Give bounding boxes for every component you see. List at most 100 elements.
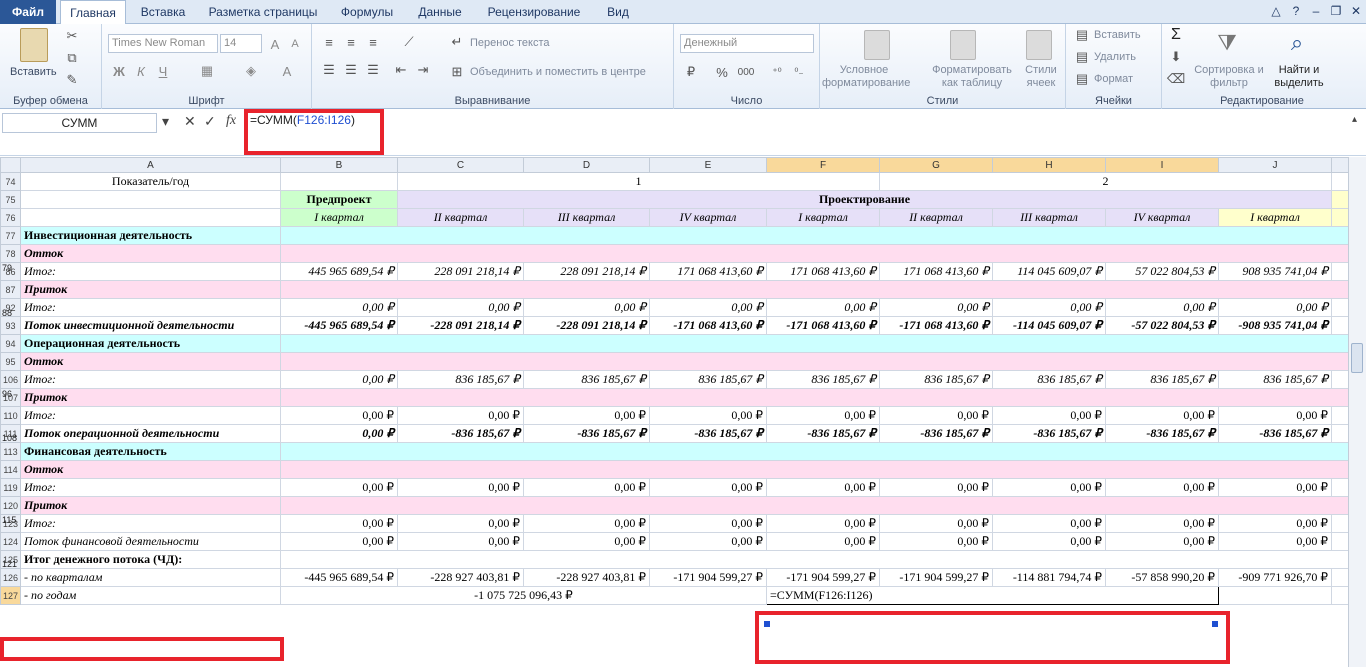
cell[interactable] <box>280 460 1350 479</box>
decrease-decimal-icon[interactable]: ⁰₋ <box>790 64 808 80</box>
sort-filter-button[interactable]: Сортировка и фильтр <box>1194 64 1264 90</box>
tab-view[interactable]: Вид <box>596 0 640 24</box>
cell[interactable] <box>280 388 1350 407</box>
value-cell[interactable]: -171 068 413,60 ₽ <box>649 316 767 335</box>
value-cell[interactable]: 0,00 ₽ <box>766 478 880 497</box>
value-cell[interactable]: 0,00 ₽ <box>879 532 993 551</box>
value-cell[interactable]: 0,00 ₽ <box>523 406 650 425</box>
cell[interactable] <box>1331 316 1350 335</box>
row-label[interactable]: Итог: <box>20 514 281 533</box>
cell[interactable]: I квартал <box>766 208 880 227</box>
column-header[interactable]: H <box>992 157 1106 173</box>
increase-indent-icon[interactable]: ⇥ <box>414 62 432 78</box>
tab-file[interactable]: Файл <box>0 0 56 24</box>
value-cell[interactable]: 0,00 ₽ <box>280 298 398 317</box>
cell[interactable]: Инвестиционная деятельность <box>20 226 281 245</box>
cell[interactable]: Отток <box>20 352 281 371</box>
row-header[interactable]: 74 <box>0 172 21 191</box>
cell[interactable]: I квартал <box>280 208 398 227</box>
row-header[interactable]: 120 <box>0 496 21 515</box>
cell[interactable] <box>20 208 281 227</box>
value-cell[interactable]: 0,00 ₽ <box>992 532 1106 551</box>
shrink-font-icon[interactable]: A <box>286 36 304 52</box>
row-label[interactable]: Итог: <box>20 370 281 389</box>
row-header[interactable]: 76 <box>0 208 21 227</box>
value-cell[interactable]: 0,00 ₽ <box>1218 298 1332 317</box>
tab-data[interactable]: Данные <box>408 0 472 24</box>
column-header[interactable]: E <box>649 157 767 173</box>
value-cell[interactable]: 0,00 ₽ <box>397 532 524 551</box>
cell[interactable]: Проектирование <box>397 190 1332 209</box>
value-cell[interactable]: -445 965 689,54 ₽ <box>280 316 398 335</box>
value-cell[interactable]: 0,00 ₽ <box>992 478 1106 497</box>
value-cell[interactable]: -836 185,67 ₽ <box>397 424 524 443</box>
minimize-window-icon[interactable]: – <box>1308 3 1324 19</box>
value-cell[interactable]: 0,00 ₽ <box>992 298 1106 317</box>
value-cell[interactable]: 114 045 609,07 ₽ <box>992 262 1106 281</box>
cell[interactable]: 2 <box>879 172 1332 191</box>
value-cell[interactable]: 228 091 218,14 ₽ <box>397 262 524 281</box>
value-cell[interactable]: 0,00 ₽ <box>1105 298 1219 317</box>
wrap-text-button[interactable]: Перенос текста <box>470 37 550 49</box>
cancel-icon[interactable]: ✕ <box>184 113 196 130</box>
row-label[interactable]: Итог: <box>20 298 281 317</box>
thousands-button[interactable]: 000 <box>734 64 758 80</box>
value-cell[interactable]: -57 022 804,53 ₽ <box>1105 316 1219 335</box>
value-cell[interactable]: -836 185,67 ₽ <box>766 424 880 443</box>
value-cell[interactable]: 0,00 ₽ <box>649 532 767 551</box>
value-cell[interactable]: 0,00 ₽ <box>523 514 650 533</box>
value-cell[interactable]: 0,00 ₽ <box>879 514 993 533</box>
value-cell[interactable]: 836 185,67 ₽ <box>649 370 767 389</box>
value-cell[interactable]: -114 881 794,74 ₽ <box>992 568 1106 587</box>
row-header[interactable]: 106 <box>0 370 21 389</box>
cell[interactable] <box>280 442 1350 461</box>
value-cell[interactable]: 0,00 ₽ <box>992 514 1106 533</box>
value-cell[interactable]: 0,00 ₽ <box>280 424 398 443</box>
tab-formulas[interactable]: Формулы <box>332 0 402 24</box>
column-header[interactable]: A <box>20 157 281 173</box>
tab-insert[interactable]: Вставка <box>132 0 194 24</box>
clear-icon[interactable]: ⌫ <box>1167 71 1185 86</box>
value-cell[interactable]: -228 091 218,14 ₽ <box>397 316 524 335</box>
cell[interactable] <box>1331 298 1350 317</box>
cell[interactable] <box>20 190 281 209</box>
value-cell[interactable]: 0,00 ₽ <box>280 514 398 533</box>
enter-icon[interactable]: ✓ <box>204 113 216 130</box>
value-cell[interactable]: -836 185,67 ₽ <box>649 424 767 443</box>
help-icon[interactable]: ? <box>1288 3 1304 19</box>
value-cell[interactable]: 445 965 689,54 ₽ <box>280 262 398 281</box>
value-cell[interactable]: -836 185,67 ₽ <box>1218 424 1332 443</box>
value-cell[interactable]: 171 068 413,60 ₽ <box>649 262 767 281</box>
column-header[interactable]: I <box>1105 157 1219 173</box>
row-label[interactable]: Поток финансовой деятельности <box>20 532 281 551</box>
cell[interactable]: Итог денежного потока (ЧД): <box>20 550 281 569</box>
align-right-icon[interactable]: ☰ <box>364 62 382 78</box>
value-cell[interactable]: 0,00 ₽ <box>1105 406 1219 425</box>
value-cell[interactable]: -171 068 413,60 ₽ <box>766 316 880 335</box>
cell[interactable]: III квартал <box>523 208 650 227</box>
active-cell-editing[interactable]: =СУММ(F126:I126) <box>766 586 1219 605</box>
row-label[interactable]: Поток операционной деятельности <box>20 424 281 443</box>
conditional-format-icon[interactable] <box>864 30 890 60</box>
cell[interactable] <box>1331 532 1350 551</box>
value-cell[interactable]: -114 045 609,07 ₽ <box>992 316 1106 335</box>
value-cell[interactable]: -171 904 599,27 ₽ <box>766 568 880 587</box>
wrap-text-icon[interactable]: ↵ <box>450 34 464 50</box>
value-cell[interactable]: 0,00 ₽ <box>397 478 524 497</box>
value-cell[interactable]: -171 904 599,27 ₽ <box>649 568 767 587</box>
row-header[interactable]: 95 <box>0 352 21 371</box>
autosum-button[interactable]: Σ <box>1168 26 1184 44</box>
cell[interactable] <box>280 352 1350 371</box>
value-cell[interactable]: 836 185,67 ₽ <box>1105 370 1219 389</box>
value-cell[interactable]: 0,00 ₽ <box>879 298 993 317</box>
cell-styles-button[interactable]: Стили ячеек <box>1020 64 1062 90</box>
value-cell[interactable]: 0,00 ₽ <box>766 514 880 533</box>
value-cell[interactable]: 0,00 ₽ <box>397 514 524 533</box>
cell[interactable]: II квартал <box>879 208 993 227</box>
format-cells-button[interactable]: Формат <box>1094 73 1133 85</box>
cell[interactable] <box>1331 514 1350 533</box>
paste-icon[interactable] <box>20 28 48 62</box>
italic-button[interactable]: К <box>132 62 150 80</box>
value-cell[interactable]: -836 185,67 ₽ <box>879 424 993 443</box>
merge-icon[interactable]: ⊞ <box>450 64 464 80</box>
